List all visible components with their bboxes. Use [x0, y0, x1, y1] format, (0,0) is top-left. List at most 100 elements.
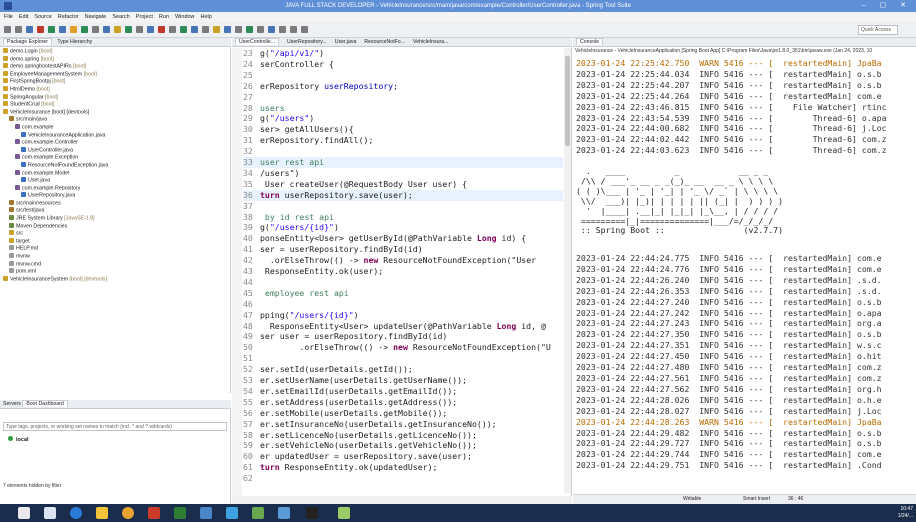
toolbar-button-icon[interactable] [235, 26, 242, 33]
tab-boot-dashboard[interactable]: Boot Dashboard [22, 400, 68, 407]
toolbar-button-icon[interactable] [81, 26, 88, 33]
editor-tab[interactable]: UserRepository... [287, 39, 327, 45]
menu-file[interactable]: File [4, 14, 13, 20]
tree-item[interactable]: src/main/java [0, 116, 231, 124]
toolbar-button-icon[interactable] [301, 26, 308, 33]
tree-item[interactable]: src/main/resources [0, 199, 231, 208]
tree-item[interactable]: User.java [0, 177, 231, 185]
tab-package-explorer[interactable]: Package Explorer [3, 38, 52, 45]
spring-tool-suite-icon[interactable] [252, 507, 264, 519]
app-icon-lightblue[interactable] [278, 507, 290, 519]
toolbar-button-icon[interactable] [103, 26, 110, 33]
tree-item[interactable]: FirstSpringBootpj [boot] [0, 78, 231, 86]
toolbar-button-icon[interactable] [37, 26, 44, 33]
tree-item[interactable]: ResourceNotFoundException.java [0, 161, 231, 170]
terminal-icon[interactable] [306, 507, 318, 519]
menu-run[interactable]: Run [159, 14, 169, 20]
editor-horizontal-scrollbar[interactable] [232, 496, 572, 504]
tree-item[interactable]: mvnw [0, 253, 231, 261]
tree-item[interactable]: com.example.Controller [0, 139, 231, 147]
tree-item[interactable]: com.example [0, 123, 231, 132]
local-target[interactable]: local [8, 436, 29, 443]
tree-item[interactable]: src [0, 230, 231, 238]
editor-vertical-scrollbar[interactable] [564, 48, 571, 493]
task-view-icon[interactable] [44, 507, 56, 519]
boot-dashboard-filter-input[interactable]: Type tags, projects, or working set name… [3, 422, 227, 431]
toolbar-button-icon[interactable] [169, 26, 176, 33]
app-icon-red[interactable] [148, 507, 160, 519]
toolbar-button-icon[interactable] [213, 26, 220, 33]
toolbar-button-icon[interactable] [48, 26, 55, 33]
tree-item[interactable]: JRE System Library [JavaSE-1.8] [0, 215, 231, 223]
tree-item[interactable]: com.example.Exception [0, 154, 231, 162]
toolbar-button-icon[interactable] [290, 26, 297, 33]
tree-item[interactable]: HtmlDemo [boot] [0, 85, 231, 94]
toolbar-button-icon[interactable] [246, 26, 253, 33]
toolbar-button-icon[interactable] [180, 26, 187, 33]
tree-item[interactable]: VehicleInsurance [boot] [devtools] [0, 108, 231, 117]
chrome-icon[interactable] [122, 507, 134, 519]
file-explorer-icon[interactable] [96, 507, 108, 519]
toolbar-button-icon[interactable] [191, 26, 198, 33]
toolbar-button-icon[interactable] [114, 26, 121, 33]
toolbar-button-icon[interactable] [279, 26, 286, 33]
tree-item[interactable]: src/test/java [0, 207, 231, 215]
menu-refactor[interactable]: Refactor [58, 14, 79, 20]
tree-item[interactable]: mvnw.cmd [0, 260, 231, 269]
app-icon-lime[interactable] [338, 507, 350, 519]
tree-item[interactable]: demo.springbootestAPIRs [boot] [0, 63, 231, 71]
toolbar-button-icon[interactable] [257, 26, 264, 33]
menu-navigate[interactable]: Navigate [85, 14, 107, 20]
menu-window[interactable]: Window [175, 14, 195, 20]
quick-access-input[interactable]: Quick Access [858, 25, 898, 35]
menu-search[interactable]: Search [112, 14, 129, 20]
editor-tab[interactable]: UserControlle... [235, 38, 280, 45]
tab-console[interactable]: Console [576, 38, 604, 45]
tree-item[interactable]: Maven Dependencies [0, 222, 231, 231]
toolbar-button-icon[interactable] [59, 26, 66, 33]
toolbar-button-icon[interactable] [125, 26, 132, 33]
tree-item[interactable]: UserRepository.java [0, 192, 231, 200]
tree-item[interactable]: target [0, 237, 231, 246]
toolbar-button-icon[interactable] [26, 26, 33, 33]
menu-help[interactable]: Help [201, 14, 212, 20]
tree-item[interactable]: VehicleInsuranceApplication.java [0, 131, 231, 140]
toolbar-button-icon[interactable] [4, 26, 11, 33]
tree-item[interactable]: StudentCrud [boot] [0, 101, 231, 109]
tree-item[interactable]: UserController.java [0, 146, 231, 155]
window-controls[interactable]: – ▢ ✕ [862, 0, 912, 12]
toolbar-button-icon[interactable] [70, 26, 77, 33]
app-icon-skyblue[interactable] [226, 507, 238, 519]
toolbar-button-icon[interactable] [136, 26, 143, 33]
tree-item[interactable]: demo.Login [boot] [0, 48, 231, 56]
menu-edit[interactable]: Edit [19, 14, 28, 20]
toolbar-button-icon[interactable] [202, 26, 209, 33]
menu-source[interactable]: Source [34, 14, 51, 20]
editor-tab[interactable]: VehicleInsura... [413, 39, 448, 45]
toolbar-button-icon[interactable] [224, 26, 231, 33]
editor-tab[interactable]: ResourceNotFo... [364, 39, 405, 45]
toolbar-button-icon[interactable] [268, 26, 275, 33]
tree-item[interactable]: SpringAngular [boot] [0, 93, 231, 102]
tree-item[interactable]: com.example.Model [0, 169, 231, 178]
tree-item[interactable]: com.example.Repository [0, 184, 231, 193]
menu-project[interactable]: Project [136, 14, 153, 20]
tree-item[interactable]: VehicleInsuranceSystem [boot] [devtools] [0, 275, 231, 284]
taskbar-clock[interactable]: 10:47 1/24/... [898, 506, 913, 520]
toolbar-button-icon[interactable] [158, 26, 165, 33]
toolbar-button-icon[interactable] [92, 26, 99, 33]
tree-item[interactable]: demo.spring [boot] [0, 55, 231, 64]
toolbar-button-icon[interactable] [147, 26, 154, 33]
tree-item[interactable]: HELP.md [0, 245, 231, 253]
start-icon[interactable] [18, 507, 30, 519]
editor-tab[interactable]: User.java [335, 39, 357, 45]
tree-item[interactable]: EmployeeManagementSystem [boot] [0, 70, 231, 79]
tab-servers[interactable]: Servers [3, 401, 21, 407]
console-line: 2023-01-24 22:44:02.442 INFO 5416 --- [ … [576, 134, 887, 145]
app-icon-blue[interactable] [200, 507, 212, 519]
tab-type-hierarchy[interactable]: Type Hierarchy [57, 39, 92, 45]
edge-icon[interactable] [70, 507, 82, 519]
tree-item[interactable]: pom.xml [0, 268, 231, 276]
app-icon-green[interactable] [174, 507, 186, 519]
toolbar-button-icon[interactable] [15, 26, 22, 33]
